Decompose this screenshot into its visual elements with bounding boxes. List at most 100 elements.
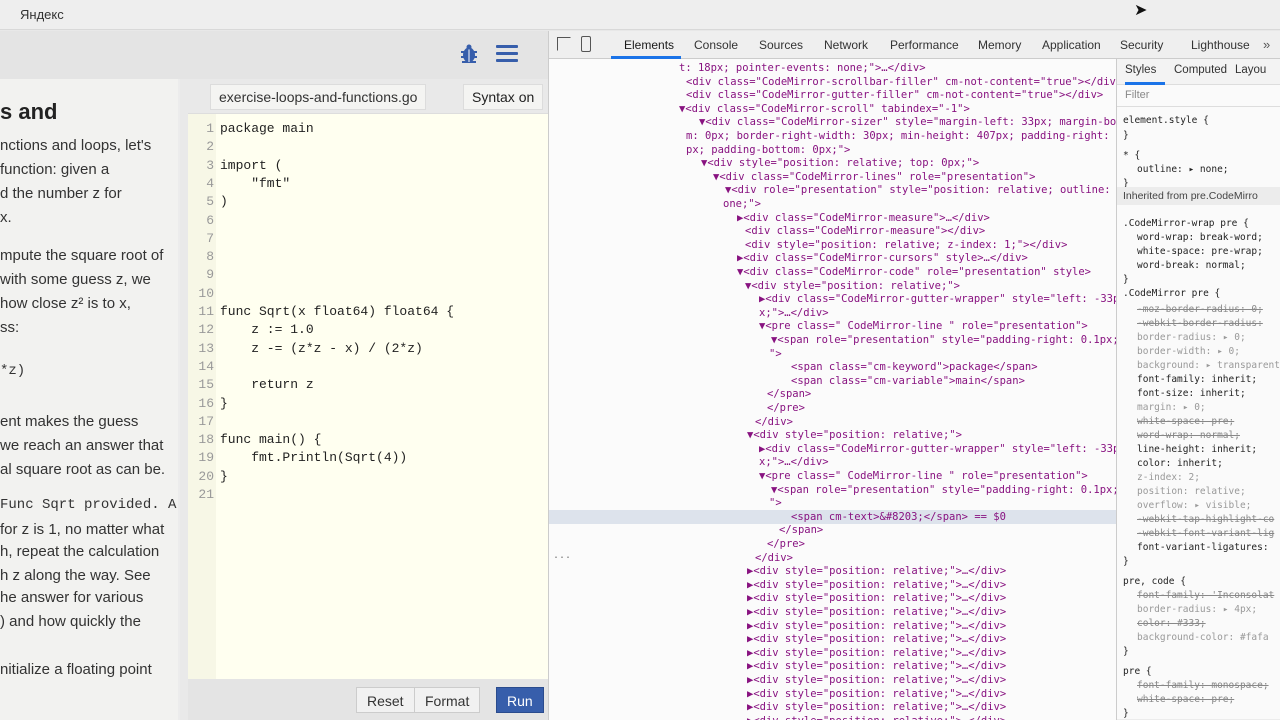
format-button[interactable]: Format: [414, 687, 481, 713]
dom-node-line[interactable]: ▼<div class="CodeMirror-scroll" tabindex…: [549, 102, 970, 116]
styles-property[interactable]: -moz-border-radius: 0;: [1137, 303, 1263, 316]
dom-node-line[interactable]: <span cm-text>&#8203;</span> == $0: [549, 509, 1116, 524]
styles-rule-selector[interactable]: }: [1123, 645, 1129, 658]
styles-property[interactable]: word-wrap: normal;: [1137, 429, 1240, 442]
dom-node-line[interactable]: ▶<div style="position: relative;">…</div…: [549, 714, 1006, 720]
dom-node-line[interactable]: ▼<div style="position: relative;">: [549, 279, 960, 293]
styles-property[interactable]: font-family: monospace;: [1137, 679, 1269, 692]
dom-node-line[interactable]: ▶<div class="CodeMirror-measure">…</div>: [549, 211, 990, 225]
dom-node-line[interactable]: </div>: [549, 415, 793, 429]
styles-property[interactable]: font-family: 'Inconsolat: [1137, 589, 1274, 602]
dom-node-line[interactable]: ">: [549, 496, 782, 510]
styles-property[interactable]: white-space: pre-wrap;: [1137, 245, 1263, 258]
more-tabs-icon[interactable]: »: [1263, 37, 1270, 52]
styles-property[interactable]: color: inherit;: [1137, 457, 1223, 470]
styles-property[interactable]: word-wrap: break-word;: [1137, 231, 1263, 244]
dom-node-line[interactable]: ▶<div style="position: relative;">…</div…: [549, 564, 1006, 578]
menu-icon[interactable]: [496, 45, 518, 63]
tab-performance[interactable]: Performance: [890, 38, 959, 52]
inspect-element-icon[interactable]: [557, 37, 571, 51]
styles-rule-selector[interactable]: }: [1123, 555, 1129, 568]
dom-node-line[interactable]: </span>: [549, 523, 823, 537]
code-line[interactable]: 19 fmt.Println(Sqrt(4)): [188, 449, 407, 467]
dom-node-line[interactable]: ▼<div class="CodeMirror-sizer" style="ma…: [549, 115, 1116, 129]
dom-node-line[interactable]: ▶<div class="CodeMirror-gutter-wrapper" …: [549, 442, 1116, 456]
styles-property[interactable]: position: relative;: [1137, 485, 1246, 498]
styles-property[interactable]: -webkit-border-radius:: [1137, 317, 1263, 330]
dom-node-line[interactable]: ▼<div role="presentation" style="positio…: [549, 183, 1116, 197]
code-line[interactable]: 20}: [188, 468, 227, 486]
dom-node-line[interactable]: </span>: [549, 387, 811, 401]
code-line[interactable]: 1 package main: [188, 120, 313, 138]
code-line[interactable]: 5): [188, 193, 228, 211]
dom-node-line[interactable]: ▼<div class="CodeMirror-lines" role="pre…: [549, 170, 1035, 184]
code-editor[interactable]: 1 package main 2 3 import (4 "fmt" 5) 6 7 8 9 10 11…: [188, 113, 548, 679]
styles-property[interactable]: border-radius: ▸ 0;: [1137, 331, 1246, 344]
styles-rule-selector[interactable]: pre {: [1123, 665, 1152, 678]
tab-application[interactable]: Application: [1042, 38, 1101, 52]
code-line[interactable]: 18 func main() {: [188, 431, 321, 449]
styles-rule-selector[interactable]: pre, code {: [1123, 575, 1186, 588]
styles-property[interactable]: background: ▸ transparent: [1137, 359, 1280, 372]
styles-property[interactable]: z-index: 2;: [1137, 471, 1200, 484]
code-line[interactable]: 21: [188, 486, 220, 504]
styles-property[interactable]: margin: ▸ 0;: [1137, 401, 1206, 414]
styles-property[interactable]: border-width: ▸ 0;: [1137, 345, 1240, 358]
dom-node-line[interactable]: ▶<div style="position: relative;">…</div…: [549, 591, 1006, 605]
code-line[interactable]: 2: [188, 138, 220, 156]
styles-tab-styles[interactable]: Styles: [1125, 64, 1156, 76]
tab-security[interactable]: Security: [1120, 38, 1163, 52]
dom-node-line[interactable]: one;">: [549, 197, 761, 211]
dom-node-line[interactable]: ▶<div style="position: relative;">…</div…: [549, 700, 1006, 714]
dom-node-line[interactable]: ▶<div style="position: relative;">…</div…: [549, 632, 1006, 646]
styles-property[interactable]: word-break: normal;: [1137, 259, 1246, 272]
dom-node-line[interactable]: <div class="CodeMirror-scrollbar-filler"…: [549, 75, 1116, 89]
code-line[interactable]: 12 z := 1.0: [188, 321, 313, 339]
code-line[interactable]: 13 z -= (z*z - x) / (2*z): [188, 340, 422, 358]
dom-node-line[interactable]: ▶<div class="CodeMirror-cursors" style>……: [549, 251, 1028, 265]
styles-property[interactable]: font-variant-ligatures:: [1137, 541, 1269, 554]
code-line[interactable]: 6: [188, 212, 220, 230]
dom-node-line[interactable]: ▶<div style="position: relative;">…</div…: [549, 619, 1006, 633]
dom-node-line[interactable]: x;">…</div>: [549, 455, 829, 469]
dom-node-line[interactable]: </pre>: [549, 401, 805, 415]
styles-property[interactable]: color: #333;: [1137, 617, 1206, 630]
styles-tab-computed[interactable]: Computed: [1174, 64, 1227, 76]
dom-node-line[interactable]: px; padding-bottom: 0px;">: [549, 143, 850, 157]
styles-property[interactable]: background-color: #fafa: [1137, 631, 1269, 644]
styles-property[interactable]: -webkit-font-variant-lig: [1137, 527, 1274, 540]
run-button[interactable]: Run: [496, 687, 544, 713]
dom-node-line[interactable]: ▼<pre class=" CodeMirror-line " role="pr…: [549, 469, 1088, 483]
dom-node-line[interactable]: ▶<div style="position: relative;">…</div…: [549, 673, 1006, 687]
tab-elements[interactable]: Elements: [624, 38, 674, 52]
dom-node-line[interactable]: ▶<div class="CodeMirror-gutter-wrapper" …: [549, 292, 1116, 306]
selected-node-dots[interactable]: ...: [553, 550, 571, 561]
styles-rule-selector[interactable]: .CodeMirror-wrap pre {: [1123, 217, 1249, 230]
styles-rule-selector[interactable]: .CodeMirror pre {: [1123, 287, 1220, 300]
tab-network[interactable]: Network: [824, 38, 868, 52]
dom-node-line[interactable]: ▼<span role="presentation" style="paddin…: [549, 333, 1116, 347]
dom-node-line[interactable]: <span class="cm-variable">main</span>: [549, 374, 1025, 388]
file-tab[interactable]: exercise-loops-and-functions.go: [210, 84, 427, 110]
code-line[interactable]: 10: [188, 285, 220, 303]
dom-node-line[interactable]: </pre>: [549, 537, 805, 551]
styles-property[interactable]: border-radius: ▸ 4px;: [1137, 603, 1257, 616]
styles-property[interactable]: -webkit-tap-highlight-co: [1137, 513, 1274, 526]
tab-console[interactable]: Console: [694, 38, 738, 52]
code-line[interactable]: 3 import (: [188, 157, 282, 175]
dom-node-line[interactable]: ▶<div style="position: relative;">…</div…: [549, 659, 1006, 673]
dom-node-line[interactable]: ▼<div class="CodeMirror-code" role="pres…: [549, 265, 1091, 279]
dom-node-line[interactable]: <div class="CodeMirror-gutter-filler" cm…: [549, 88, 1103, 102]
code-line[interactable]: 15 return z: [188, 376, 313, 394]
code-line[interactable]: 16}: [188, 395, 227, 413]
code-line[interactable]: 11 func Sqrt(x float64) float64 {: [188, 303, 454, 321]
device-toolbar-icon[interactable]: [581, 36, 591, 52]
styles-property[interactable]: overflow: ▸ visible;: [1137, 499, 1251, 512]
dom-node-line[interactable]: <div style="position: relative; z-index:…: [549, 238, 1067, 252]
styles-rule-selector[interactable]: * {: [1123, 149, 1140, 162]
dom-node-line[interactable]: <div class="CodeMirror-measure"></div>: [549, 224, 985, 238]
code-line[interactable]: 8: [188, 248, 220, 266]
bug-icon[interactable]: [458, 43, 480, 65]
styles-property[interactable]: outline: ▸ none;: [1137, 163, 1229, 176]
dom-node-line[interactable]: ▶<div style="position: relative;">…</div…: [549, 687, 1006, 701]
